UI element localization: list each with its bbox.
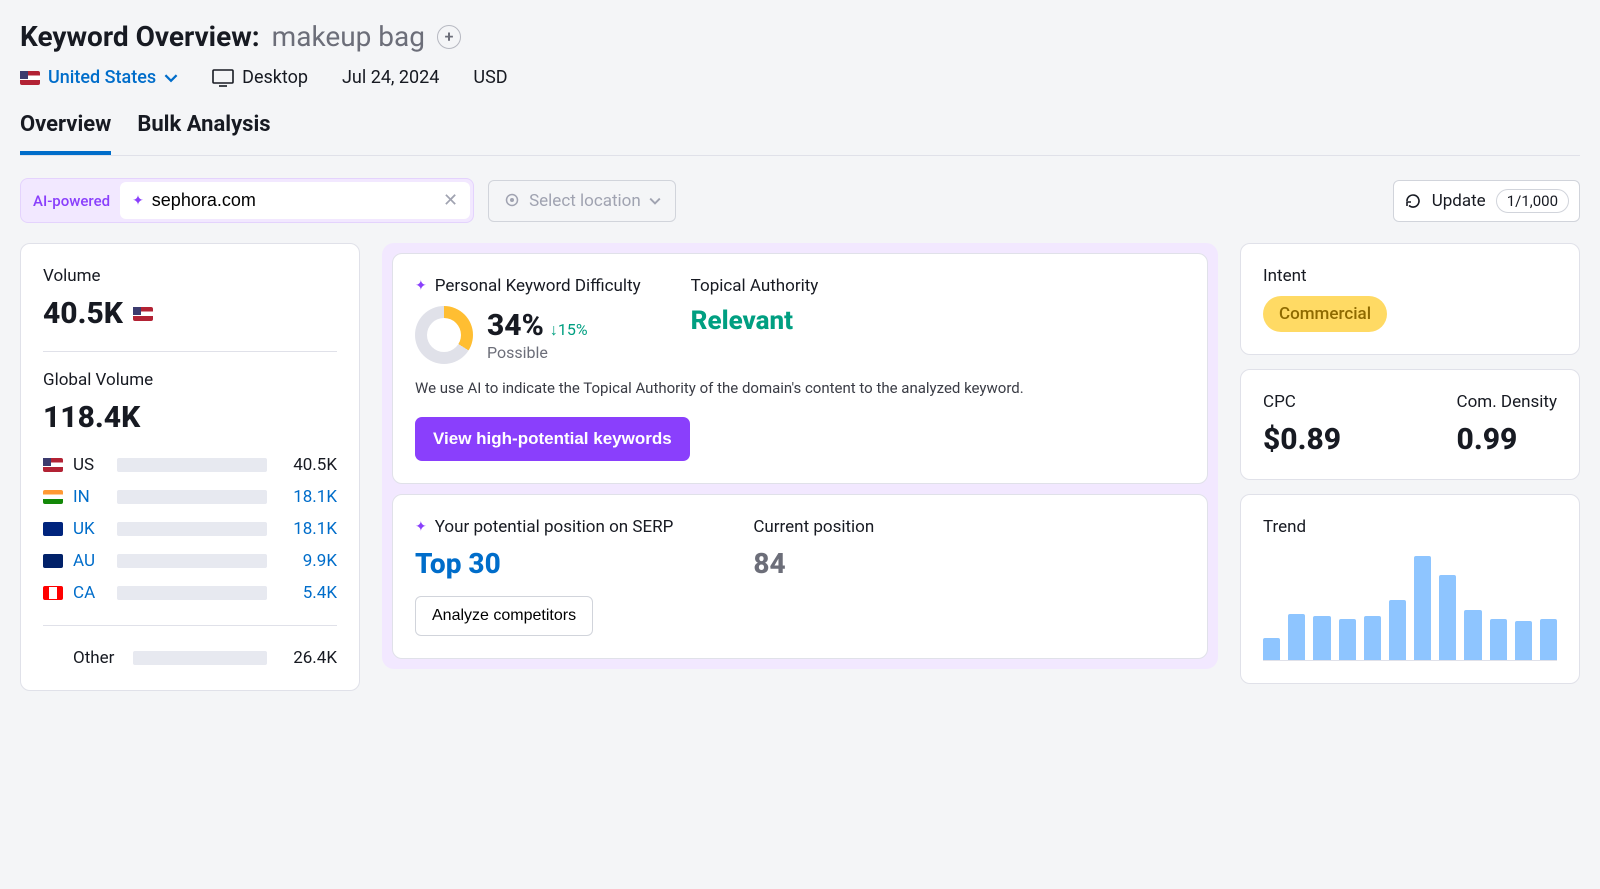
flag-au-icon [43, 554, 63, 568]
volume-bar [117, 586, 267, 600]
trend-bar [1490, 619, 1507, 660]
intent-badge: Commercial [1263, 296, 1387, 332]
serp-potential-label: Your potential position on SERP [435, 517, 674, 537]
country-label: United States [48, 67, 156, 88]
pkd-change: ↓15% [550, 320, 588, 339]
date-indicator: Jul 24, 2024 [342, 67, 439, 88]
trend-bar [1288, 614, 1305, 660]
trend-bar [1263, 638, 1280, 660]
current-position-label: Current position [753, 517, 874, 537]
quota-badge: 1/1,000 [1496, 189, 1569, 213]
trend-bar [1414, 556, 1431, 660]
volume-bar [117, 458, 267, 472]
trend-bar [1464, 610, 1481, 660]
ai-description: We use AI to indicate the Topical Author… [415, 378, 1185, 399]
refresh-icon [1404, 192, 1422, 210]
global-volume-title: Global Volume [43, 370, 337, 390]
volume-value: 40.5K [43, 296, 123, 331]
flag-ca-icon [43, 586, 63, 600]
trend-bar [1515, 621, 1532, 660]
volume-bar [117, 490, 267, 504]
country-row[interactable]: IN 18.1K [43, 487, 337, 507]
intent-label: Intent [1263, 266, 1557, 286]
trend-card: Trend [1240, 494, 1580, 684]
trend-chart [1263, 551, 1557, 661]
trend-label: Trend [1263, 517, 1557, 537]
location-selector[interactable]: Select location [488, 180, 676, 222]
trend-bar [1439, 575, 1456, 660]
sparkle-icon: ✦ [132, 193, 144, 209]
sparkle-icon: ✦ [415, 519, 427, 535]
add-keyword-button[interactable]: + [437, 25, 461, 49]
view-keywords-button[interactable]: View high-potential keywords [415, 417, 690, 461]
serp-potential-value: Top 30 [415, 547, 673, 580]
cpc-card: CPC $0.89 Com. Density 0.99 [1240, 369, 1580, 480]
country-volume: 5.4K [277, 583, 337, 603]
pkd-sublabel: Possible [487, 343, 588, 362]
ai-powered-badge: AI-powered [33, 192, 110, 210]
country-code: IN [73, 487, 107, 507]
trend-bar [1364, 616, 1381, 660]
volume-title: Volume [43, 266, 337, 286]
sparkle-icon: ✦ [415, 278, 427, 294]
flag-us-icon [43, 458, 63, 472]
country-code: AU [73, 551, 107, 571]
location-pin-icon [503, 192, 521, 210]
tab-bulk-analysis[interactable]: Bulk Analysis [137, 112, 270, 155]
flag-us-icon [20, 71, 40, 85]
trend-bar [1313, 616, 1330, 660]
volume-card: Volume 40.5K Global Volume 118.4K US 40.5… [20, 243, 360, 691]
keyword-text: makeup bag [272, 20, 425, 53]
density-value: 0.99 [1457, 422, 1557, 457]
density-label: Com. Density [1457, 392, 1557, 412]
country-row[interactable]: CA 5.4K [43, 583, 337, 603]
tabs: Overview Bulk Analysis [20, 112, 1580, 156]
currency-indicator: USD [473, 67, 507, 88]
country-row[interactable]: UK 18.1K [43, 519, 337, 539]
flag-uk-icon [43, 522, 63, 536]
country-volume: 40.5K [277, 455, 337, 475]
country-row[interactable]: US 40.5K [43, 455, 337, 475]
clear-input-icon[interactable]: ✕ [443, 190, 458, 211]
device-indicator: Desktop [212, 67, 308, 88]
ai-domain-wrapper: AI-powered ✦ ✕ [20, 178, 474, 223]
analyze-competitors-button[interactable]: Analyze competitors [415, 596, 593, 636]
country-code: CA [73, 583, 107, 603]
trend-bar [1339, 619, 1356, 660]
update-button[interactable]: Update 1/1,000 [1393, 180, 1580, 222]
difficulty-donut-icon [415, 306, 473, 364]
intent-card: Intent Commercial [1240, 243, 1580, 355]
country-code: US [73, 455, 107, 475]
cpc-label: CPC [1263, 392, 1341, 412]
country-code: UK [73, 519, 107, 539]
country-row-other[interactable]: Other26.4K [43, 648, 337, 668]
chevron-down-icon [164, 71, 178, 85]
pkd-value: 34% [487, 308, 544, 343]
flag-in-icon [43, 490, 63, 504]
country-volume: 18.1K [277, 487, 337, 507]
page-title: Keyword Overview: [20, 20, 260, 53]
trend-bar [1540, 619, 1557, 660]
current-position-value: 84 [753, 547, 874, 580]
chevron-down-icon [649, 195, 661, 207]
topical-authority-value: Relevant [691, 306, 819, 336]
desktop-icon [212, 69, 234, 87]
flag-us-icon [133, 307, 153, 321]
domain-input[interactable] [152, 190, 435, 211]
global-volume-value: 118.4K [43, 400, 337, 435]
country-volume: 18.1K [277, 519, 337, 539]
country-selector[interactable]: United States [20, 67, 178, 88]
trend-bar [1389, 600, 1406, 660]
volume-bar [117, 554, 267, 568]
topical-authority-label: Topical Authority [691, 276, 819, 296]
volume-bar [117, 522, 267, 536]
country-volume: 9.9K [277, 551, 337, 571]
tab-overview[interactable]: Overview [20, 112, 111, 155]
country-row[interactable]: AU 9.9K [43, 551, 337, 571]
pkd-label: Personal Keyword Difficulty [435, 276, 641, 296]
cpc-value: $0.89 [1263, 422, 1341, 457]
ai-insights-panel: ✦ Personal Keyword Difficulty 34% ↓15% Pos… [382, 243, 1218, 669]
